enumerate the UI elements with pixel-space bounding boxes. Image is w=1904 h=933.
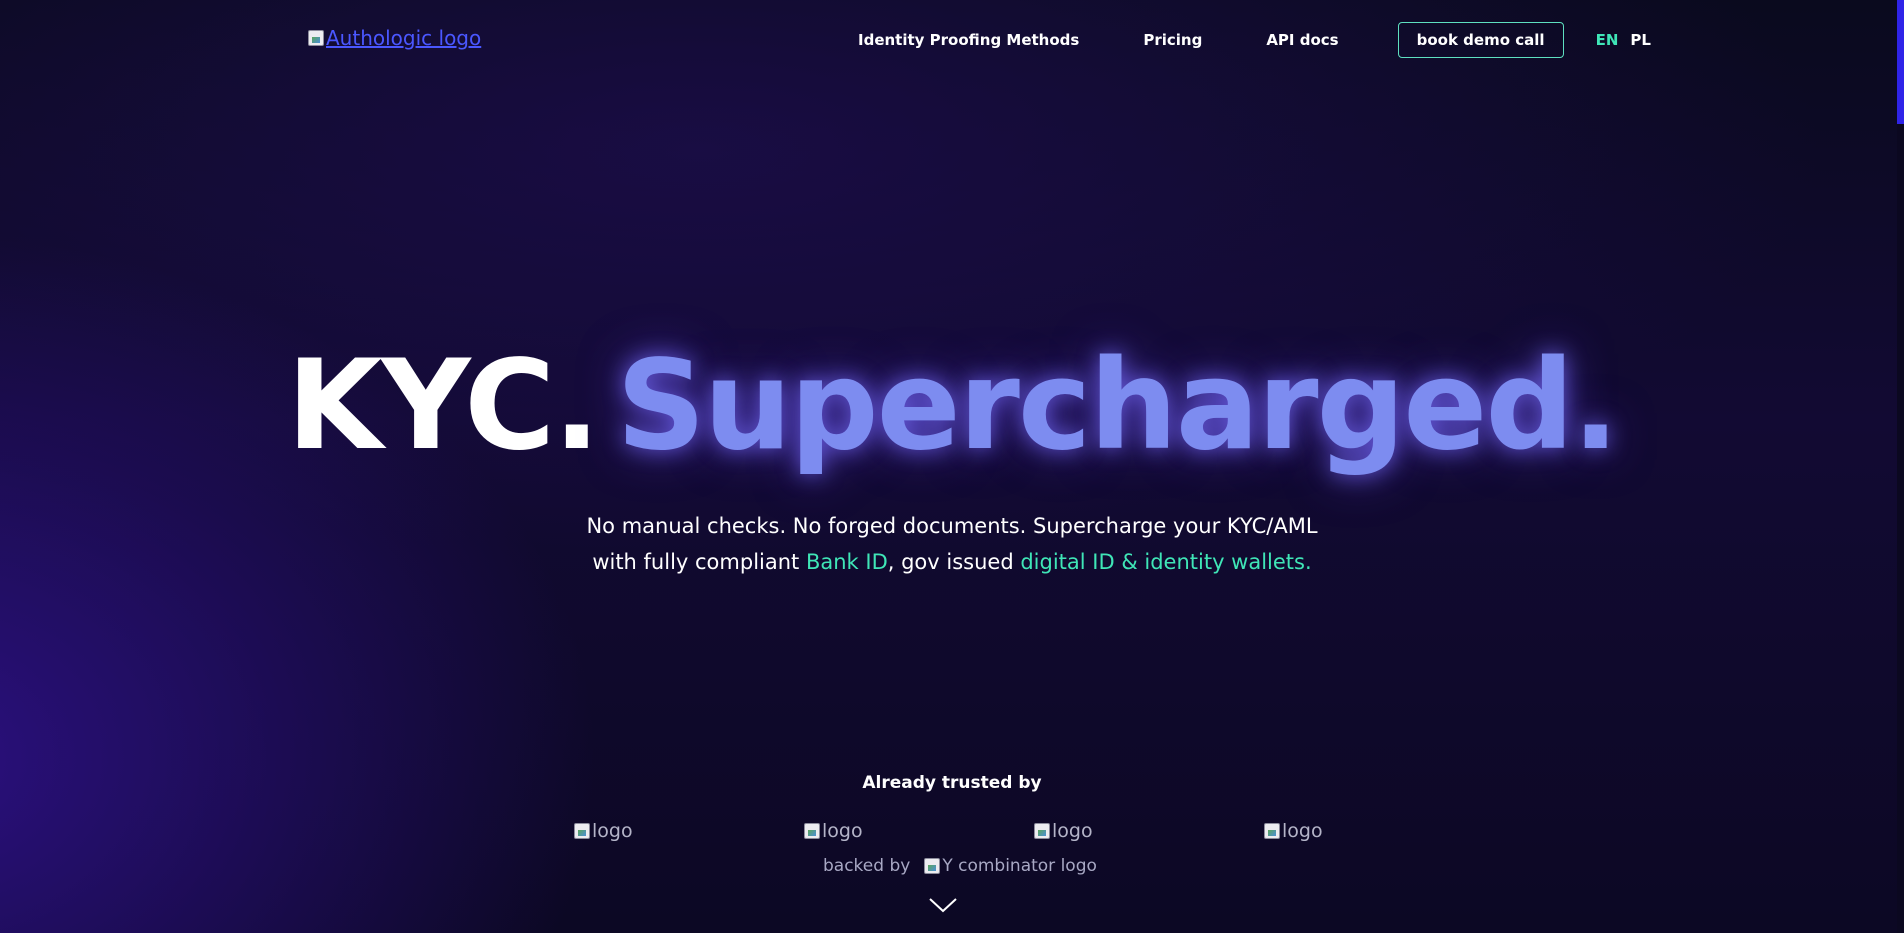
subtitle-line-2-middle: , gov issued [887, 550, 1021, 574]
nav-link-api-docs[interactable]: API docs [1266, 31, 1338, 49]
broken-image-icon [924, 858, 941, 874]
lang-en-link[interactable]: EN [1596, 31, 1619, 49]
scrollbar-thumb[interactable] [1897, 0, 1904, 124]
client-logo-alt: logo [822, 820, 863, 842]
language-switcher: EN PL [1596, 31, 1651, 49]
hero-title-supercharged: Supercharged. [616, 334, 1619, 478]
landing-page: Authologic logo Identity Proofing Method… [0, 0, 1904, 933]
book-demo-button[interactable]: book demo call [1397, 22, 1564, 58]
broken-image-icon [1034, 823, 1050, 839]
chevron-down-icon[interactable] [928, 897, 958, 913]
client-logo-alt: logo [592, 820, 633, 842]
broken-image-icon [308, 30, 324, 46]
client-logo: logo [804, 820, 863, 842]
y-combinator-logo: Y combinator logo [924, 856, 1097, 876]
main-nav: Identity Proofing Methods Pricing API do… [858, 22, 1651, 58]
hero-title: KYC. Supercharged. [0, 338, 1904, 474]
site-logo-link[interactable]: Authologic logo [308, 26, 481, 50]
client-logos: logo logo logo logo [0, 820, 1904, 844]
subtitle-line-2-start: with fully compliant [592, 550, 806, 574]
bank-id-link[interactable]: Bank ID [806, 550, 888, 574]
backed-by-label: backed by [823, 856, 911, 876]
subtitle-line-1: No manual checks. No forged documents. S… [586, 514, 1318, 538]
client-logo-alt: logo [1052, 820, 1093, 842]
client-logo-alt: logo [1282, 820, 1323, 842]
client-logo: logo [1264, 820, 1323, 842]
nav-link-identity-proofing-methods[interactable]: Identity Proofing Methods [858, 31, 1079, 49]
backed-by-row: backed by Y combinator logo [823, 856, 1097, 876]
y-combinator-alt: Y combinator logo [942, 856, 1097, 876]
client-logo: logo [1034, 820, 1093, 842]
digital-id-link[interactable]: digital ID & identity wallets. [1020, 550, 1311, 574]
logo-alt-text: Authologic logo [326, 26, 482, 50]
broken-image-icon [574, 823, 590, 839]
broken-image-icon [804, 823, 820, 839]
hero-subtitle: No manual checks. No forged documents. S… [0, 508, 1904, 580]
broken-image-icon [1264, 823, 1280, 839]
lang-pl-link[interactable]: PL [1630, 31, 1651, 49]
hero-title-kyc: KYC. [286, 334, 601, 478]
nav-link-pricing[interactable]: Pricing [1143, 31, 1202, 49]
trusted-heading: Already trusted by [862, 773, 1042, 793]
client-logo: logo [574, 820, 633, 842]
